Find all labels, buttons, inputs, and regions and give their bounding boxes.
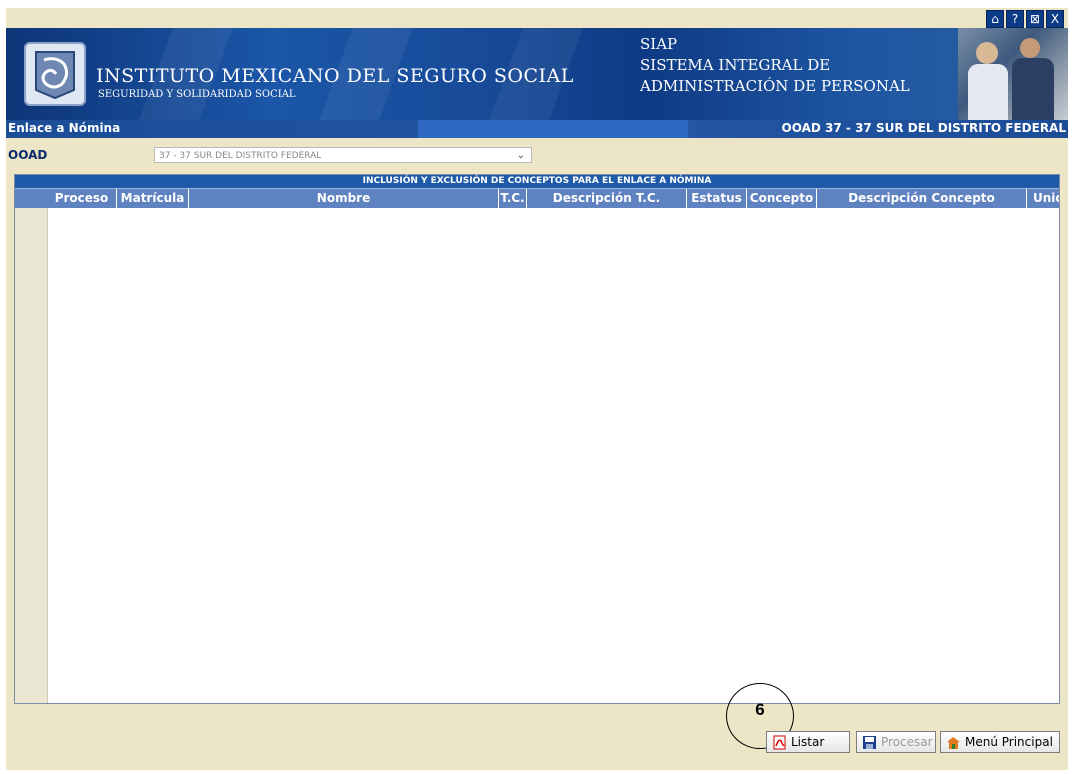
procesar-label: Procesar	[881, 735, 933, 749]
redacted-area	[418, 120, 688, 138]
mail-icon[interactable]: ⊠	[1026, 10, 1044, 28]
system-name: SIAP SISTEMA INTEGRAL DE ADMINISTRACIÓN …	[640, 34, 910, 97]
window-controls: ⌂ ? ⊠ X	[986, 10, 1064, 28]
ooad-label: OOAD	[8, 148, 48, 162]
col-tc[interactable]: T.C.	[499, 189, 527, 208]
col-estatus[interactable]: Estatus	[687, 189, 747, 208]
concepts-grid: INCLUSIÓN Y EXCLUSIÓN DE CONCEPTOS PARA …	[14, 174, 1060, 704]
menu-principal-label: Menú Principal	[965, 735, 1053, 749]
home-menu-icon	[946, 735, 961, 750]
menu-principal-button[interactable]: Menú Principal	[940, 731, 1060, 753]
header-banner: INSTITUTO MEXICANO DEL SEGURO SOCIAL SEG…	[6, 28, 1068, 120]
col-descripcion-concepto[interactable]: Descripción Concepto	[817, 189, 1027, 208]
system-acronym: SIAP	[640, 35, 678, 53]
grid-header: Proceso Matrícula Nombre T.C. Descripció…	[15, 188, 1059, 208]
row-selector-strip	[15, 208, 48, 703]
system-line-2: ADMINISTRACIÓN DE PERSONAL	[640, 77, 910, 95]
help-icon[interactable]: ?	[1006, 10, 1024, 28]
imss-logo-icon	[24, 42, 86, 106]
grid-body[interactable]	[15, 208, 1059, 703]
section-title: Enlace a Nómina	[8, 121, 121, 135]
row-selector-header	[15, 189, 47, 208]
col-descripcion-tc[interactable]: Descripción T.C.	[527, 189, 687, 208]
chevron-down-icon[interactable]: ⌄	[517, 148, 525, 164]
close-icon[interactable]: X	[1046, 10, 1064, 28]
col-concepto[interactable]: Concepto	[747, 189, 817, 208]
system-line-1: SISTEMA INTEGRAL DE	[640, 56, 831, 74]
ooad-select[interactable]: 37 - 37 SUR DEL DISTRITO FEDERAL ⌄	[154, 147, 532, 163]
step-number: 6	[755, 700, 765, 719]
col-proceso[interactable]: Proceso	[47, 189, 117, 208]
app-window: ⌂ ? ⊠ X INSTITUTO MEXICANO DEL SEGURO SO…	[6, 8, 1068, 770]
col-nombre[interactable]: Nombre	[189, 189, 499, 208]
home-icon[interactable]: ⌂	[986, 10, 1004, 28]
section-titlebar: Enlace a Nómina OOAD 37 - 37 SUR DEL DIS…	[6, 120, 1068, 138]
listar-button[interactable]: Listar	[766, 731, 850, 753]
ooad-info: OOAD 37 - 37 SUR DEL DISTRITO FEDERAL	[781, 121, 1066, 135]
ooad-selected-value: 37 - 37 SUR DEL DISTRITO FEDERAL	[159, 151, 322, 161]
col-unidad[interactable]: Unid	[1027, 189, 1059, 208]
save-icon	[862, 735, 877, 750]
col-matricula[interactable]: Matrícula	[117, 189, 189, 208]
listar-label: Listar	[791, 735, 825, 749]
pdf-icon	[772, 735, 787, 750]
institution-subtitle: SEGURIDAD Y SOLIDARIDAD SOCIAL	[98, 89, 296, 100]
procesar-button[interactable]: Procesar	[856, 731, 936, 753]
grid-title: INCLUSIÓN Y EXCLUSIÓN DE CONCEPTOS PARA …	[15, 175, 1059, 188]
institution-name: INSTITUTO MEXICANO DEL SEGURO SOCIAL	[96, 65, 574, 87]
staff-photo	[958, 28, 1068, 120]
